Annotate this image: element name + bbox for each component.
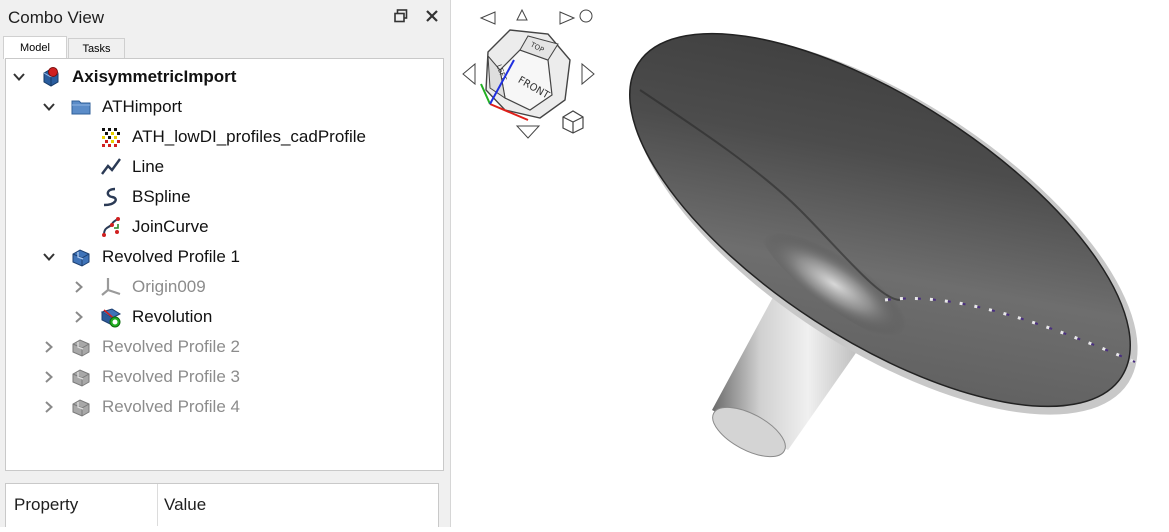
model-tree: AxisymmetricImport ATHimport ATH_lowDI_p… [5, 58, 444, 471]
navigation-cube[interactable]: FRONT TOP LEFT [462, 8, 595, 139]
tree-item-origin009[interactable]: Origin009 [6, 272, 443, 302]
property-column-header[interactable]: Property [14, 495, 78, 515]
restore-icon [394, 9, 408, 23]
close-panel-button[interactable] [421, 5, 443, 27]
property-header: Property Value [6, 484, 438, 526]
tree-item-revolved-profile-4[interactable]: Revolved Profile 4 [6, 392, 443, 422]
tree-item-ath-profiles[interactable]: ATH_lowDI_profiles_cadProfile [6, 122, 443, 152]
body-icon [70, 246, 92, 268]
tree-item-label: Revolved Profile 1 [102, 247, 240, 266]
tree-item-revolved-profile-3[interactable]: Revolved Profile 3 [6, 362, 443, 392]
rotate-left-arrow-icon [479, 11, 496, 25]
combo-view-tabs: Model Tasks [0, 34, 450, 59]
tree-item-axisymmetricimport[interactable]: AxisymmetricImport [6, 62, 443, 92]
home-cube-icon [562, 110, 584, 134]
chevron-down-icon[interactable] [40, 248, 58, 266]
combo-view-title: Combo View [8, 8, 105, 27]
tree-item-label: BSpline [132, 187, 191, 206]
tree-item-label: ATH_lowDI_profiles_cadProfile [132, 127, 367, 146]
folder-icon [70, 96, 92, 118]
chevron-right-icon[interactable] [40, 338, 58, 356]
float-panel-button[interactable] [390, 5, 412, 27]
joincurve-icon [100, 216, 122, 238]
combo-view-panel: Combo View Model Tasks AxisymmetricImpor… [0, 0, 451, 527]
chevron-down-icon[interactable] [40, 98, 58, 116]
column-divider[interactable] [157, 484, 158, 526]
line-icon [100, 156, 122, 178]
chevron-right-icon[interactable] [40, 368, 58, 386]
bspline-icon [100, 186, 122, 208]
chevron-right-icon[interactable] [70, 308, 88, 326]
body-icon [70, 366, 92, 388]
chevron-down-icon[interactable] [10, 68, 28, 86]
tree-item-label: Revolved Profile 3 [102, 367, 240, 386]
body-icon [70, 396, 92, 418]
tree-item-label: ATHimport [102, 97, 182, 116]
combo-view-titlebar: Combo View [0, 0, 450, 34]
tree-item-label: JoinCurve [132, 217, 209, 236]
revolution-icon [100, 306, 122, 328]
3d-viewport[interactable]: FRONT TOP LEFT [456, 0, 1169, 527]
origin-icon [100, 276, 122, 298]
tree-item-label: AxisymmetricImport [72, 67, 237, 86]
property-panel: Property Value [5, 483, 439, 527]
document-icon [40, 66, 62, 88]
tree-item-label: Revolved Profile 4 [102, 397, 240, 416]
tree-item-athimport[interactable]: ATHimport [6, 92, 443, 122]
viewport-canvas[interactable]: FRONT TOP LEFT [456, 0, 1169, 527]
arrow-down-icon [515, 125, 541, 139]
arrow-up-icon [516, 8, 528, 21]
tree-item-revolved-profile-1[interactable]: Revolved Profile 1 [6, 242, 443, 272]
horn-flare[interactable] [573, 0, 1169, 488]
close-icon [426, 10, 438, 22]
arrow-left-icon [462, 62, 476, 86]
chevron-right-icon[interactable] [40, 398, 58, 416]
tree-item-label: Line [132, 157, 165, 176]
tree-item-label: Origin009 [132, 277, 206, 296]
value-column-header[interactable]: Value [164, 495, 206, 515]
chevron-right-icon[interactable] [70, 278, 88, 296]
tab-tasks[interactable]: Tasks [68, 38, 125, 58]
view-menu-icon [579, 9, 593, 23]
tree-item-revolution[interactable]: Revolution [6, 302, 443, 332]
tree-item-label: Revolution [132, 307, 213, 326]
tree-item-bspline[interactable]: BSpline [6, 182, 443, 212]
tree-item-revolved-profile-2[interactable]: Revolved Profile 2 [6, 332, 443, 362]
tree-item-joincurve[interactable]: JoinCurve [6, 212, 443, 242]
points-icon [100, 126, 122, 148]
rotate-right-arrow-icon [559, 11, 576, 25]
arrow-right-icon [581, 62, 595, 86]
tree-item-label: Revolved Profile 2 [102, 337, 240, 356]
body-icon [70, 336, 92, 358]
tab-model[interactable]: Model [3, 36, 67, 59]
tree-item-line[interactable]: Line [6, 152, 443, 182]
